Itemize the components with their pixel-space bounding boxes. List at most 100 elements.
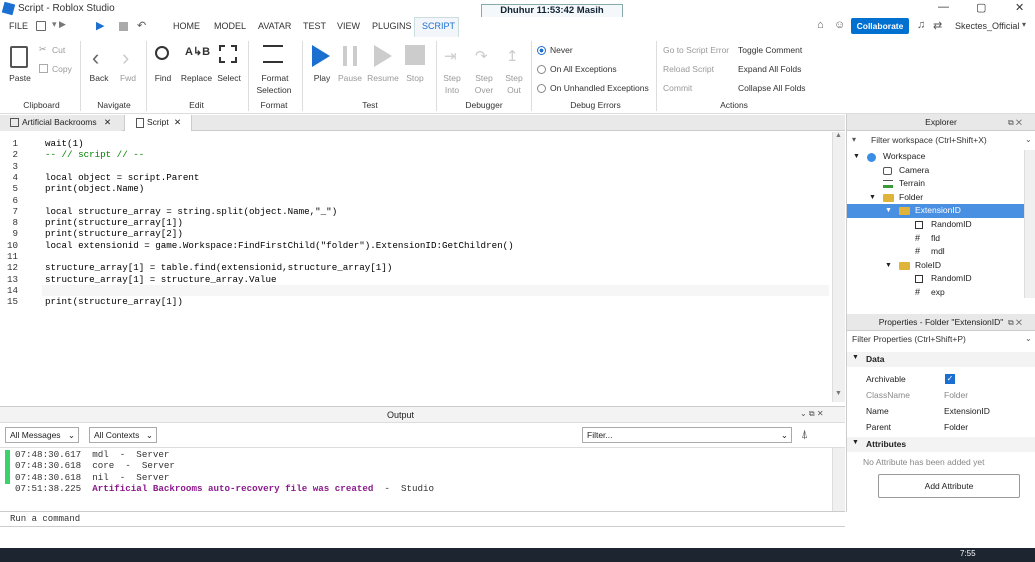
step-out-label-1[interactable]: Step (503, 73, 525, 83)
radio-unhandled-exceptions[interactable] (537, 84, 546, 93)
attributes-section-header[interactable]: ▼ Attributes (847, 437, 1035, 452)
expand-arrow-icon[interactable]: ▼ (869, 191, 876, 205)
explorer-item[interactable]: RandomID (847, 272, 1024, 286)
property-row[interactable]: Archivable ✓ (847, 371, 1035, 387)
resume-button[interactable]: Resume (366, 73, 400, 83)
pause-icon[interactable] (343, 46, 357, 66)
property-value[interactable]: Folder (944, 419, 968, 435)
tab-avatar[interactable]: AVATAR (258, 21, 291, 31)
play-button[interactable]: Play (310, 73, 334, 83)
collapse-all-folds-button[interactable]: Collapse All Folds (738, 83, 806, 93)
back-arrow-icon[interactable]: ‹ (92, 45, 99, 71)
paste-button[interactable]: Paste (6, 73, 34, 83)
explorer-item[interactable]: ▼ RoleID (847, 259, 1024, 273)
archivable-checkbox[interactable]: ✓ (945, 374, 955, 384)
script-editor[interactable]: 1 2 3 4 5 6 7 8 9 10 11 12 13 14 15 wait(1) -- // scrip… (0, 132, 845, 402)
radio-all-exceptions-label[interactable]: On All Exceptions (550, 64, 617, 74)
property-value[interactable]: ExtensionID (944, 403, 990, 419)
output-filter-input[interactable]: Filter... ⌄ (582, 427, 792, 443)
username[interactable]: Skectes_Official (955, 21, 1019, 31)
save-icon[interactable] (36, 21, 46, 31)
step-into-label-2[interactable]: Into (441, 85, 463, 95)
step-over-icon[interactable]: ↷ (475, 47, 488, 65)
step-into-label-1[interactable]: Step (441, 73, 463, 83)
command-input[interactable]: Run a command (10, 514, 80, 524)
close-icon[interactable]: ✕ (104, 115, 111, 130)
stop-icon[interactable] (119, 22, 128, 31)
expand-arrow-icon[interactable]: ▼ (885, 259, 892, 273)
collaborate-button[interactable]: Collaborate (851, 18, 909, 34)
explorer-item[interactable]: Terrain (847, 177, 1024, 191)
copy-icon[interactable] (39, 64, 48, 73)
replace-button[interactable]: Replace (180, 73, 213, 83)
scissors-icon[interactable]: ✂ (39, 44, 47, 55)
tab-home[interactable]: HOME (173, 21, 200, 31)
play-icon[interactable]: ▶ (96, 19, 104, 32)
step-over-label-1[interactable]: Step (473, 73, 495, 83)
step-out-icon[interactable]: ↥ (506, 47, 519, 65)
menu-file[interactable]: FILE (9, 21, 28, 31)
tab-view[interactable]: VIEW (337, 21, 360, 31)
back-button[interactable]: Back (88, 73, 110, 83)
replace-icon[interactable]: A↳B (185, 45, 210, 58)
explorer-filter-input[interactable]: Filter workspace (Ctrl+Shift+X) (871, 135, 987, 145)
tab-script[interactable]: Script ✕ (124, 115, 192, 131)
radio-all-exceptions[interactable] (537, 65, 546, 74)
fwd-button[interactable]: Fwd (117, 73, 139, 83)
format-label-1[interactable]: Format (256, 73, 294, 83)
explorer-item[interactable]: ▼ ExtensionID (847, 204, 1024, 218)
notification-icon[interactable]: ♫ (917, 19, 925, 31)
expand-arrow-icon[interactable]: ▼ (853, 150, 860, 164)
copy-button[interactable]: Copy (52, 64, 72, 74)
scroll-up-arrow[interactable]: ▲ (835, 132, 842, 139)
explorer-item[interactable]: # fld (847, 232, 1024, 246)
commit-button[interactable]: Commit (663, 83, 692, 93)
broom-icon[interactable]: ⍋ (801, 427, 808, 442)
data-section-header[interactable]: ▼ Data (847, 352, 1035, 367)
scroll-down-arrow[interactable]: ▼ (835, 390, 842, 397)
maximize-button[interactable]: ▢ (976, 1, 986, 14)
explorer-item[interactable]: # mdl (847, 245, 1024, 259)
step-into-icon[interactable]: ⇥ (444, 47, 457, 65)
add-attribute-button[interactable]: Add Attribute (878, 474, 1020, 498)
tab-model[interactable]: MODEL (214, 21, 246, 31)
explorer-item[interactable]: # exp (847, 286, 1024, 300)
goto-script-error-button[interactable]: Go to Script Error (663, 45, 729, 55)
forward-arrow-icon[interactable]: › (122, 45, 129, 71)
explorer-scrollbar[interactable] (1024, 150, 1035, 298)
command-bar[interactable]: Run a command (0, 511, 845, 527)
reload-script-button[interactable]: Reload Script (663, 64, 714, 74)
undo-icon[interactable]: ↶ (137, 19, 146, 32)
properties-window-controls[interactable]: ⧉ ✕ (1008, 318, 1022, 328)
resume-icon[interactable] (374, 45, 392, 67)
magnifier-icon[interactable] (155, 46, 169, 60)
radio-never-selected[interactable] (537, 46, 546, 55)
select-icon[interactable] (219, 45, 237, 63)
property-row[interactable]: Name ExtensionID (847, 403, 1035, 419)
radio-unhandled-label[interactable]: On Unhandled Exceptions (550, 83, 649, 93)
format-selection-icon[interactable] (263, 45, 283, 63)
explorer-item[interactable]: ▼ Folder (847, 191, 1024, 205)
step-out-label-2[interactable]: Out (503, 85, 525, 95)
expand-arrow-icon[interactable]: ▼ (885, 204, 892, 218)
home-icon[interactable]: ⌂ (817, 19, 824, 31)
expand-all-folds-button[interactable]: Expand All Folds (738, 64, 801, 74)
tab-plugins[interactable]: PLUGINS (372, 21, 412, 31)
paste-icon[interactable] (10, 46, 28, 68)
find-button[interactable]: Find (151, 73, 175, 83)
cut-button[interactable]: Cut (52, 45, 65, 55)
play-icon[interactable] (312, 45, 330, 67)
close-button[interactable]: ✕ (1015, 1, 1024, 14)
all-contexts-dropdown[interactable]: All Contexts ⌄ (89, 427, 157, 443)
stop-button[interactable]: Stop (402, 73, 428, 83)
stop-icon[interactable] (405, 45, 425, 65)
undo-redo-icons[interactable]: ▾ ▶ (52, 19, 66, 30)
radio-never-label[interactable]: Never (550, 45, 573, 55)
share-icon[interactable]: ⇄ (933, 19, 942, 32)
explorer-window-controls[interactable]: ⧉ ✕ (1008, 118, 1022, 128)
minimize-button[interactable]: — (938, 1, 949, 13)
collab-icon[interactable]: ☺ (834, 19, 845, 31)
editor-scrollbar[interactable]: ▲ ▼ (832, 132, 845, 402)
tab-script[interactable]: SCRIPT (422, 21, 455, 31)
close-icon[interactable]: ✕ (174, 115, 181, 130)
